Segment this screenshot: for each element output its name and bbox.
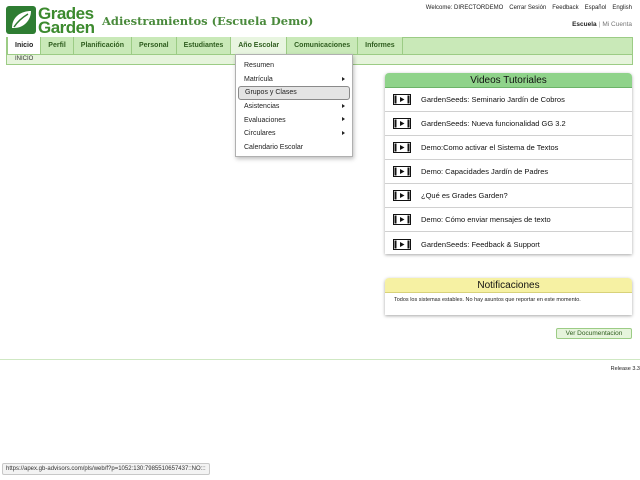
page-title: Adiestramientos (Escuela Demo) [102, 14, 314, 28]
grades-garden-logo[interactable]: Grades Garden [6, 5, 95, 37]
video-title: GardenSeeds: Nueva funcionalidad GG 3.2 [421, 119, 566, 128]
menu-item-label: Asistencias [244, 103, 280, 111]
welcome-text: Welcome: DIRECTORDEMO [425, 5, 504, 11]
submenu-arrow-icon [342, 130, 345, 135]
ano-escolar-dropdown-menu: Resumen Matrícula Grupos y Clases Asiste… [235, 54, 353, 157]
footer-divider [0, 359, 640, 360]
video-title: Demo:Como activar el Sistema de Textos [421, 143, 559, 152]
account-nav: Escuela | Mi Cuenta [572, 21, 632, 28]
release-version: Release 3.3 [610, 366, 640, 372]
language-spanish-link[interactable]: Español [585, 5, 607, 11]
menu-item-label: Resumen [244, 62, 274, 70]
submenu-arrow-icon [342, 117, 345, 122]
video-film-icon [393, 94, 411, 105]
video-film-icon [393, 142, 411, 153]
video-title: ¿Qué es Grades Garden? [421, 191, 508, 200]
browser-status-url: https://apex.gb-advisors.com/pls/web/f?p… [2, 463, 210, 475]
video-film-icon [393, 214, 411, 225]
breadcrumb-inicio[interactable]: INICIO [15, 56, 33, 62]
video-film-icon [393, 238, 411, 250]
tab-estudiantes[interactable]: Estudiantes [176, 37, 232, 54]
main-nav-tabs: Inicio Perfil Planificación Personal Est… [7, 37, 403, 54]
video-item[interactable]: GardenSeeds: Feedback & Support [385, 232, 632, 256]
videos-panel-title: Videos Tutoriales [385, 73, 632, 88]
submenu-arrow-icon [342, 76, 345, 81]
menu-item-circulares[interactable]: Circulares [238, 127, 350, 141]
video-item[interactable]: Demo:Como activar el Sistema de Textos [385, 136, 632, 160]
account-nav-separator: | [598, 21, 601, 28]
submenu-arrow-icon [342, 103, 345, 108]
video-title: GardenSeeds: Seminario Jardín de Cobros [421, 95, 565, 104]
menu-item-grupos-y-clases[interactable]: Grupos y Clases [238, 86, 350, 100]
video-item[interactable]: GardenSeeds: Nueva funcionalidad GG 3.2 [385, 112, 632, 136]
tab-perfil[interactable]: Perfil [41, 37, 74, 54]
top-links: Welcome: DIRECTORDEMO Cerrar Sesión Feed… [426, 5, 632, 11]
tab-informes[interactable]: Informes [358, 37, 403, 54]
notifications-panel-title: Notificaciones [385, 278, 632, 293]
menu-item-evaluaciones[interactable]: Evaluaciones [238, 113, 350, 127]
video-title: GardenSeeds: Feedback & Support [421, 239, 540, 249]
menu-item-resumen[interactable]: Resumen [238, 59, 350, 73]
notifications-panel: Notificaciones Todos los sistemas establ… [385, 278, 632, 315]
language-english-link[interactable]: English [612, 5, 632, 11]
leaf-logo-icon [6, 6, 36, 34]
logo-text-garden: Garden [38, 18, 95, 37]
video-list: GardenSeeds: Seminario Jardín de Cobros G… [385, 88, 632, 256]
menu-item-label: Matrícula [244, 75, 273, 83]
tab-comunicaciones[interactable]: Comunicaciones [287, 37, 359, 54]
escuela-link[interactable]: Escuela [572, 21, 597, 28]
menu-item-label: Grupos y Clases [245, 89, 297, 97]
tab-personal[interactable]: Personal [131, 37, 177, 54]
video-item[interactable]: Demo: Capacidades Jardín de Padres [385, 160, 632, 184]
menu-item-asistencias[interactable]: Asistencias [238, 100, 350, 114]
video-film-icon [393, 118, 411, 129]
menu-item-label: Evaluaciones [244, 116, 286, 124]
video-title: Demo: Capacidades Jardín de Padres [421, 167, 549, 176]
video-item[interactable]: Demo: Cómo enviar mensajes de texto [385, 208, 632, 232]
video-film-icon [393, 190, 411, 201]
video-title: Demo: Cómo enviar mensajes de texto [421, 215, 551, 224]
tab-planificacion[interactable]: Planificación [73, 37, 132, 54]
feedback-link[interactable]: Feedback [552, 5, 578, 11]
video-item[interactable]: ¿Qué es Grades Garden? [385, 184, 632, 208]
tab-inicio[interactable]: Inicio [7, 37, 42, 54]
mi-cuenta-link[interactable]: Mi Cuenta [602, 21, 632, 28]
videos-tutoriales-panel: Videos Tutoriales GardenSeeds: Seminario… [385, 73, 632, 254]
menu-item-calendario-escolar[interactable]: Calendario Escolar [238, 141, 350, 155]
menu-item-matricula[interactable]: Matrícula [238, 73, 350, 87]
video-film-icon [393, 166, 411, 177]
menu-item-label: Circulares [244, 130, 276, 138]
video-item[interactable]: GardenSeeds: Seminario Jardín de Cobros [385, 88, 632, 112]
logout-link[interactable]: Cerrar Sesión [509, 5, 546, 11]
ver-documentacion-button[interactable]: Ver Documentacion [556, 328, 632, 339]
notification-message: Todos los sistemas estables. No hay asun… [394, 297, 581, 303]
menu-item-label: Calendario Escolar [244, 143, 304, 151]
tab-ano-escolar[interactable]: Año Escolar [231, 37, 288, 54]
